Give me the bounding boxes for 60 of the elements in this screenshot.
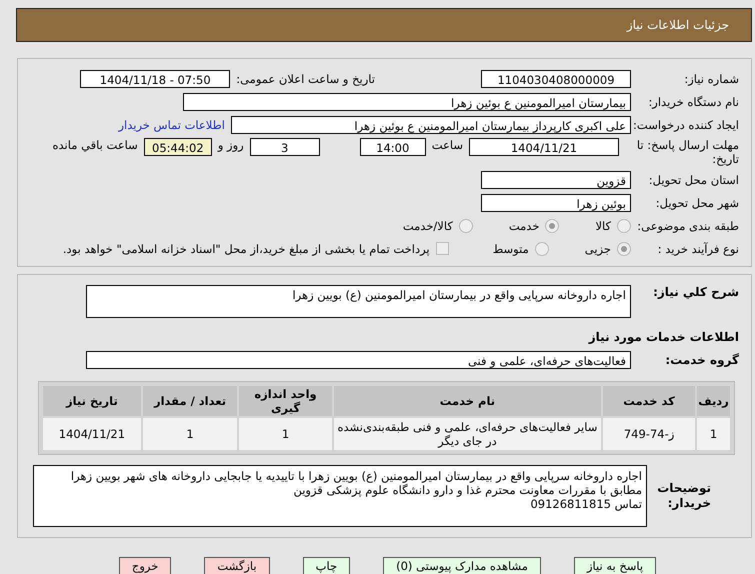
table-cell: 1 bbox=[142, 418, 238, 450]
option-label: جزیی bbox=[584, 242, 611, 256]
input-field[interactable]: 1404/11/21 bbox=[469, 138, 619, 156]
field-label: ساعت bbox=[430, 138, 464, 152]
input-field[interactable]: قزوین bbox=[481, 170, 631, 188]
option-label: کالا/خدمت bbox=[402, 218, 453, 232]
action-button[interactable]: خروج bbox=[118, 557, 172, 574]
action-button[interactable]: بازگشت bbox=[204, 557, 270, 574]
field-label: تاریخ و ساعت اعلان عمومی: bbox=[235, 72, 376, 86]
field-label: ایجاد کننده درخواست: bbox=[632, 118, 740, 132]
option-label: پرداخت تمام یا بخشی از مبلغ خرید،از محل "اسناد خزانه اسلامی" خواهد بود. bbox=[62, 242, 430, 256]
option-label: متوسط bbox=[492, 242, 529, 256]
radio-button[interactable] bbox=[458, 218, 473, 232]
field-label: گروه خدمت: bbox=[664, 352, 740, 366]
radio-button[interactable] bbox=[534, 242, 549, 256]
input-field[interactable]: علی اکبری کارپرداز بیمارستان امیرالمومنین ع بوئین زهرا bbox=[231, 116, 631, 134]
column-header: ردیف bbox=[697, 386, 730, 416]
table-cell: 1 bbox=[239, 418, 332, 450]
radio-button[interactable] bbox=[617, 242, 631, 256]
column-header: واحد اندازه گیری bbox=[239, 386, 332, 416]
checkbox[interactable] bbox=[436, 242, 449, 255]
description-field[interactable]: اجاره داروخانه سرپایی واقع در بیمارستان امیرالمومنین (ع) بویین زهرا bbox=[86, 285, 631, 318]
notes-field[interactable]: اجاره داروخانه سرپایی واقع در بیمارستان امیرالمومنین (ع) بویین زهرا با تاییدیه یا جابجایی داروخانه های شهر بویین زهرا مطابق با مقررات معاونت محترم غذا و دارو دانشگاه علوم پزشکی قزوین تماس 09126811815 bbox=[33, 465, 647, 527]
field-label: شرح کلي نياز: bbox=[652, 285, 740, 299]
section-heading: اطلاعات خدمات مورد نیاز bbox=[588, 330, 740, 344]
input-field[interactable]: فعالیت‌های حرفه‌ای، علمی و فنی bbox=[86, 350, 631, 368]
option-label: کالا bbox=[595, 218, 611, 232]
input-field[interactable]: 3 bbox=[250, 138, 320, 156]
contact-link[interactable]: اطلاعات تماس خریدار bbox=[118, 118, 231, 132]
column-header: نام خدمت bbox=[334, 386, 602, 416]
option-label: خدمت bbox=[508, 218, 540, 232]
column-header: کد خدمت bbox=[603, 386, 696, 416]
field-label: شهر محل تحویل: bbox=[654, 196, 740, 210]
field-label: استان محل تحویل: bbox=[648, 172, 740, 186]
field-label: طبقه بندی موضوعی: bbox=[636, 218, 740, 232]
table-cell: 1 bbox=[697, 418, 730, 450]
radio-button[interactable] bbox=[545, 218, 560, 232]
input-field[interactable]: 14:00 bbox=[360, 138, 426, 156]
action-button[interactable]: پاسخ به نیاز bbox=[574, 557, 656, 574]
action-button[interactable]: چاپ bbox=[302, 557, 350, 574]
page-title: جزئیات اطلاعات نیاز bbox=[626, 18, 729, 32]
column-header: تعداد / مقدار bbox=[142, 386, 238, 416]
input-field[interactable]: 1104030408000009 bbox=[481, 70, 631, 88]
input-field[interactable]: بوئین زهرا bbox=[481, 194, 631, 212]
radio-button[interactable] bbox=[617, 218, 631, 232]
timer-field: 05:44:02 bbox=[144, 138, 212, 156]
table-cell: سایر فعالیت‌های حرفه‌ای، علمی و فنی طبقه‌بندی‌نشده در جای دیگر bbox=[334, 418, 602, 450]
column-header: تاریخ نیاز bbox=[43, 386, 141, 416]
field-label: روز و bbox=[216, 138, 245, 152]
input-field[interactable]: 1404/11/18 - 07:50 bbox=[80, 70, 230, 88]
field-label: نام دستگاه خریدار: bbox=[647, 94, 740, 108]
field-label: نوع فرآیند خرید : bbox=[656, 242, 740, 256]
input-field[interactable]: بیمارستان امیرالمومنین ع بوئین زهرا bbox=[183, 92, 631, 110]
field-label: مهلت ارسال پاسخ: تا تاریخ: bbox=[636, 138, 740, 166]
table-cell: 1404/11/21 bbox=[43, 418, 141, 450]
field-label: توضیحات خریدار: bbox=[656, 481, 712, 511]
table-cell: ز-74-749 bbox=[603, 418, 696, 450]
field-label: شماره نیاز: bbox=[683, 72, 740, 86]
field-label: ساعت باقي مانده bbox=[52, 138, 139, 152]
action-button[interactable]: مشاهده مدارک پیوستی (0) bbox=[383, 557, 541, 574]
